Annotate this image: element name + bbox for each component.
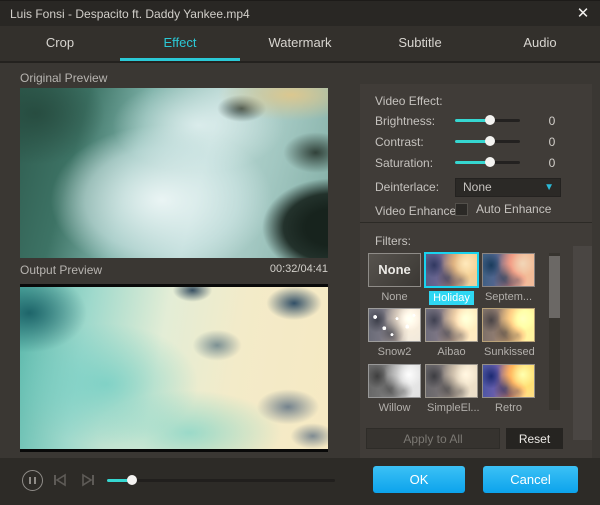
filters-title: Filters: xyxy=(375,234,411,248)
filter-thumbnail-holiday[interactable] xyxy=(424,252,479,288)
original-preview-video xyxy=(20,88,328,258)
contrast-value: 0 xyxy=(540,135,564,149)
main-area: Original Preview Output Preview 00:32/04… xyxy=(0,63,600,458)
brightness-slider[interactable] xyxy=(455,113,520,127)
ok-button[interactable]: OK xyxy=(373,466,465,493)
tab-effect[interactable]: Effect xyxy=(120,26,240,61)
tab-watermark[interactable]: Watermark xyxy=(240,26,360,61)
filter-thumbnail-sunkissed[interactable] xyxy=(482,308,535,342)
effect-panel: Video Effect: Brightness: 0 Contrast: 0 … xyxy=(360,84,592,458)
chevron-down-icon: ▼ xyxy=(544,179,554,196)
filter-thumbnail-snow2[interactable] xyxy=(368,308,421,342)
reset-button[interactable]: Reset xyxy=(506,428,563,449)
brightness-label: Brightness: xyxy=(375,114,435,128)
skip-to-end-button[interactable] xyxy=(80,471,96,489)
panel-divider xyxy=(360,222,592,223)
filter-item-none[interactable]: None None xyxy=(366,253,423,304)
tab-audio[interactable]: Audio xyxy=(480,26,600,61)
filter-item-sunkissed[interactable]: Sunkissed xyxy=(480,308,537,359)
filters-scrollbar-thumb[interactable] xyxy=(549,256,560,318)
pause-icon xyxy=(29,477,36,484)
filter-thumbnail-retro[interactable] xyxy=(482,364,535,398)
filter-item-holiday[interactable]: Holiday xyxy=(423,253,480,305)
tab-bar: Crop Effect Watermark Subtitle Audio xyxy=(0,26,600,63)
filter-thumbnail-aibao[interactable] xyxy=(425,308,478,342)
tab-subtitle[interactable]: Subtitle xyxy=(360,26,480,61)
cancel-button[interactable]: Cancel xyxy=(483,466,578,493)
filter-item-aibao[interactable]: Aibao xyxy=(423,308,480,359)
filter-item-retro[interactable]: Retro xyxy=(480,364,537,415)
filter-item-simpleelegance[interactable]: SimpleEl... xyxy=(423,364,480,415)
window-title: Luis Fonsi - Despacito ft. Daddy Yankee.… xyxy=(10,1,250,27)
footer-bar: OK Cancel xyxy=(0,458,600,505)
seek-slider-thumb[interactable] xyxy=(127,475,137,485)
playback-timestamp: 00:32/04:41 xyxy=(270,263,328,275)
output-preview-label: Output Preview xyxy=(20,263,102,277)
auto-enhance-checkbox[interactable] xyxy=(455,203,468,216)
filter-thumbnail-willow[interactable] xyxy=(368,364,421,398)
original-preview-label: Original Preview xyxy=(20,71,107,85)
tab-crop[interactable]: Crop xyxy=(0,26,120,61)
filter-thumbnail-none[interactable]: None xyxy=(368,253,421,287)
apply-to-all-button[interactable]: Apply to All xyxy=(366,428,500,449)
skip-end-icon xyxy=(80,471,96,489)
deinterlace-selected-value: None xyxy=(463,179,492,196)
deinterlace-dropdown[interactable]: None ▼ xyxy=(455,178,561,197)
auto-enhance-checkbox-label: Auto Enhance xyxy=(476,202,551,216)
seek-slider[interactable] xyxy=(107,471,335,489)
filter-item-snow2[interactable]: Snow2 xyxy=(366,308,423,359)
saturation-label: Saturation: xyxy=(375,156,433,170)
panel-scroll-gutter xyxy=(573,246,592,440)
filter-item-september[interactable]: Septem... xyxy=(480,253,537,304)
edit-dialog-window: Luis Fonsi - Despacito ft. Daddy Yankee.… xyxy=(0,0,600,505)
filter-thumbnail-simpleelegance[interactable] xyxy=(425,364,478,398)
output-preview-video xyxy=(20,284,328,452)
filters-scrollbar[interactable] xyxy=(549,253,560,410)
contrast-slider[interactable] xyxy=(455,134,520,148)
skip-start-icon xyxy=(52,471,68,489)
title-bar: Luis Fonsi - Despacito ft. Daddy Yankee.… xyxy=(0,0,600,26)
brightness-value: 0 xyxy=(540,114,564,128)
video-effect-title: Video Effect: xyxy=(375,94,443,108)
video-enhance-label: Video Enhance: xyxy=(375,204,460,218)
filter-item-willow[interactable]: Willow xyxy=(366,364,423,415)
close-icon[interactable]: ✕ xyxy=(572,1,594,27)
deinterlace-label: Deinterlace: xyxy=(375,180,439,194)
pause-button[interactable] xyxy=(22,470,43,491)
filter-thumbnail-september[interactable] xyxy=(482,253,535,287)
contrast-label: Contrast: xyxy=(375,135,424,149)
skip-to-start-button[interactable] xyxy=(52,471,68,489)
saturation-value: 0 xyxy=(540,156,564,170)
saturation-slider[interactable] xyxy=(455,155,520,169)
